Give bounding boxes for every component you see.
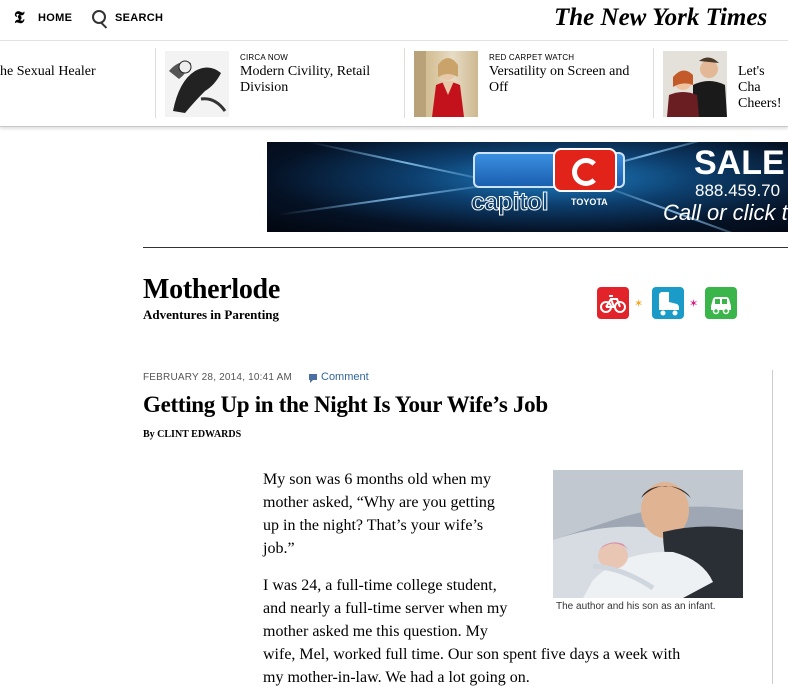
section-rule [143, 247, 788, 248]
ad-dealer: TOYOTA [571, 197, 608, 207]
search-link[interactable]: SEARCH [115, 12, 163, 24]
advertisement-banner[interactable]: capitol TOYOTA SALE 888.459.70 Call or c… [267, 142, 788, 232]
blog-tagline: Adventures in Parenting [143, 307, 280, 322]
nyt-masthead-logo[interactable]: The New York Times [554, 4, 767, 32]
text-line: my mother-in-law. We had a lot going on. [263, 669, 530, 686]
promo-kicker: RED CARPET WATCH [489, 53, 575, 62]
search-icon[interactable] [92, 10, 106, 24]
article-headline: Getting Up in the Night Is Your Wife’s J… [143, 392, 548, 417]
text-line: My son was 6 months old when my [263, 471, 491, 488]
article-byline[interactable]: By CLINT EDWARDS [143, 429, 241, 440]
promo-item-sexual-healer[interactable]: he Sexual Healer [0, 64, 96, 80]
promo-item-versatility[interactable]: Versatility on Screen and Off [489, 64, 629, 96]
promo-strip: he Sexual Healer CIRCA NOW Modern Civili… [0, 40, 788, 127]
ad-brand: capitol [470, 188, 549, 217]
promo-thumbnail-red-carpet[interactable] [414, 51, 478, 117]
text-line: wife, Mel, worked full time. Our son spe… [263, 646, 681, 663]
promo-title-line: Modern Civility, Retail [240, 64, 371, 79]
text-line: mother asked me this question. My [263, 623, 488, 640]
promo-thumbnail-circa-now[interactable] [165, 51, 229, 117]
ad-cta: Call or click t [663, 200, 788, 225]
roller-skate-icon [652, 287, 684, 319]
promo-item-modern-civility[interactable]: Modern Civility, Retail Division [240, 64, 370, 96]
comment-icon[interactable] [309, 374, 317, 383]
nyt-t-logo[interactable]: 𝕿 [14, 8, 24, 28]
capitol-c-icon [553, 148, 617, 192]
divider [404, 48, 405, 118]
star-icon: ✶ [634, 298, 644, 310]
blog-title[interactable]: Motherlode [143, 274, 280, 306]
bicycle-icon [597, 287, 629, 319]
car-icon [705, 287, 737, 319]
promo-title-line: Cheers! [738, 96, 782, 111]
promo-kicker: CIRCA NOW [240, 53, 289, 62]
promo-title-line: Versatility on Screen and [489, 64, 630, 79]
divider [653, 48, 654, 118]
promo-thumbnail-cheers[interactable] [663, 51, 727, 117]
star-icon: ✶ [689, 298, 699, 310]
column-divider [772, 370, 773, 684]
article-paragraph-1: My son was 6 months old when my mother a… [263, 468, 495, 560]
promo-title-line: Off [489, 80, 509, 95]
ad-sale-text: SALE [694, 144, 785, 182]
promo-item-cheers[interactable]: Let's Cha Cheers! [738, 64, 788, 112]
article-photo [553, 470, 743, 598]
ad-phone: 888.459.70 [695, 181, 781, 200]
top-navigation: 𝕿 HOME SEARCH The New York Times [0, 0, 788, 40]
promo-title-line: Let's Cha [738, 64, 765, 95]
text-line: up in the night? That’s your wife’s [263, 517, 484, 534]
promo-title-line: Division [240, 80, 289, 95]
text-line: job.” [263, 540, 295, 557]
comment-link[interactable]: Comment [321, 371, 369, 383]
home-link[interactable]: HOME [38, 12, 72, 24]
article-timestamp: FEBRUARY 28, 2014, 10:41 AM [143, 372, 293, 383]
text-line: mother asked, “Why are you getting [263, 494, 495, 511]
photo-caption: The author and his son as an infant. [556, 601, 716, 612]
divider [155, 48, 156, 118]
